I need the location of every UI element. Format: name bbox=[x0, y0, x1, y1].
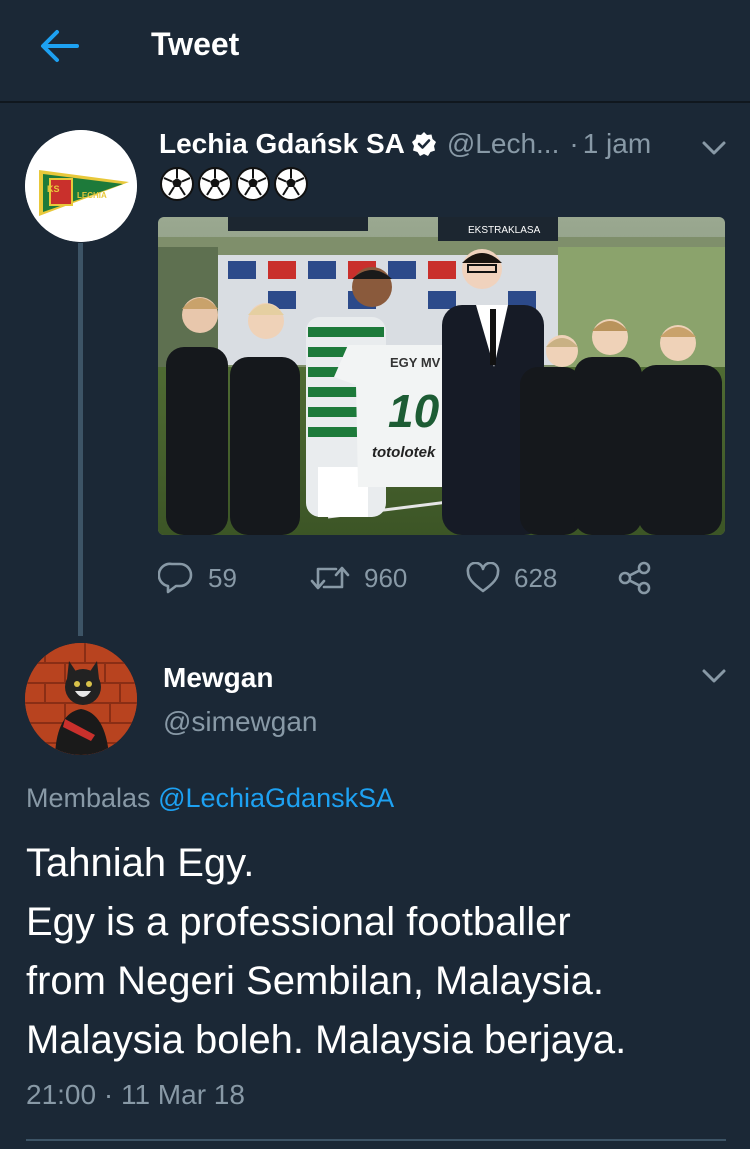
reply-count: 59 bbox=[208, 562, 237, 593]
replying-label: Membalas bbox=[26, 783, 151, 813]
tweet-photo[interactable]: EKSTRAKLASA EGY MV 10 totolotek bbox=[158, 217, 725, 535]
reply-author-handle[interactable]: @simewgan bbox=[163, 706, 317, 738]
jersey-number: 10 bbox=[388, 385, 440, 437]
banner-text: EKSTRAKLASA bbox=[468, 225, 541, 236]
reply-icon bbox=[158, 562, 193, 594]
retweet-count: 960 bbox=[364, 562, 408, 593]
author-handle[interactable]: @Lech... bbox=[447, 128, 559, 160]
chevron-down-icon[interactable] bbox=[700, 666, 728, 686]
tweet-text-line: from Negeri Sembilan, Malaysia. bbox=[26, 959, 604, 1003]
like-count: 628 bbox=[514, 562, 558, 593]
top-bar: Tweet bbox=[0, 0, 750, 103]
reply-button[interactable]: 59 bbox=[158, 556, 237, 600]
jersey-sponsor: totolotek bbox=[372, 444, 436, 461]
back-button[interactable] bbox=[36, 26, 82, 66]
heart-icon bbox=[466, 562, 500, 593]
cat-avatar-icon bbox=[25, 643, 137, 755]
page-title: Tweet bbox=[151, 26, 240, 62]
retweet-icon bbox=[310, 566, 350, 590]
tweet-text: Tahniah Egy. Egy is a professional footb… bbox=[26, 834, 736, 1070]
mention-link[interactable]: @LechiaGdanskSA bbox=[158, 783, 394, 813]
avatar[interactable]: KS LECHIA bbox=[25, 130, 137, 242]
tweet-emoji-text bbox=[159, 166, 309, 202]
replying-to: Membalas @LechiaGdanskSA bbox=[26, 783, 394, 814]
tweet-text-line: Tahniah Egy. bbox=[26, 841, 255, 885]
tweet-text-line: Egy is a professional footballer bbox=[26, 900, 571, 944]
arrow-left-icon bbox=[41, 30, 79, 62]
soccer-ball-icon bbox=[160, 167, 194, 201]
verified-badge-icon bbox=[411, 131, 437, 157]
soccer-ball-icon bbox=[198, 167, 232, 201]
author-name[interactable]: Lechia Gdańsk SA bbox=[159, 128, 405, 160]
share-button[interactable] bbox=[618, 556, 652, 600]
tweet-header: Lechia Gdańsk SA @Lech... · 1 jam bbox=[159, 124, 719, 164]
lechia-logo-icon: KS LECHIA bbox=[25, 130, 137, 242]
soccer-ball-icon bbox=[236, 167, 270, 201]
jersey-name: EGY MV bbox=[390, 355, 441, 370]
reply-author-name[interactable]: Mewgan bbox=[163, 662, 273, 694]
divider bbox=[26, 1139, 726, 1141]
thread-connector bbox=[78, 243, 83, 636]
chevron-down-icon[interactable] bbox=[700, 138, 728, 158]
tweet-text-line: Malaysia boleh. Malaysia berjaya. bbox=[26, 1018, 627, 1062]
soccer-ball-icon bbox=[274, 167, 308, 201]
tweet-time[interactable]: 1 jam bbox=[583, 128, 651, 160]
separator-dot: · bbox=[569, 128, 579, 159]
avatar[interactable] bbox=[25, 643, 137, 755]
tweet-actions: 59 960 628 bbox=[158, 556, 678, 600]
tweet-timestamp[interactable]: 21:00 · 11 Mar 18 bbox=[26, 1079, 245, 1111]
share-icon bbox=[618, 561, 651, 595]
stadium-photo: EKSTRAKLASA EGY MV 10 totolotek bbox=[158, 217, 725, 535]
logo-text-lechia: LECHIA bbox=[77, 191, 107, 200]
logo-text-ks: KS bbox=[47, 184, 60, 194]
like-button[interactable]: 628 bbox=[466, 556, 557, 600]
retweet-button[interactable]: 960 bbox=[310, 556, 407, 600]
